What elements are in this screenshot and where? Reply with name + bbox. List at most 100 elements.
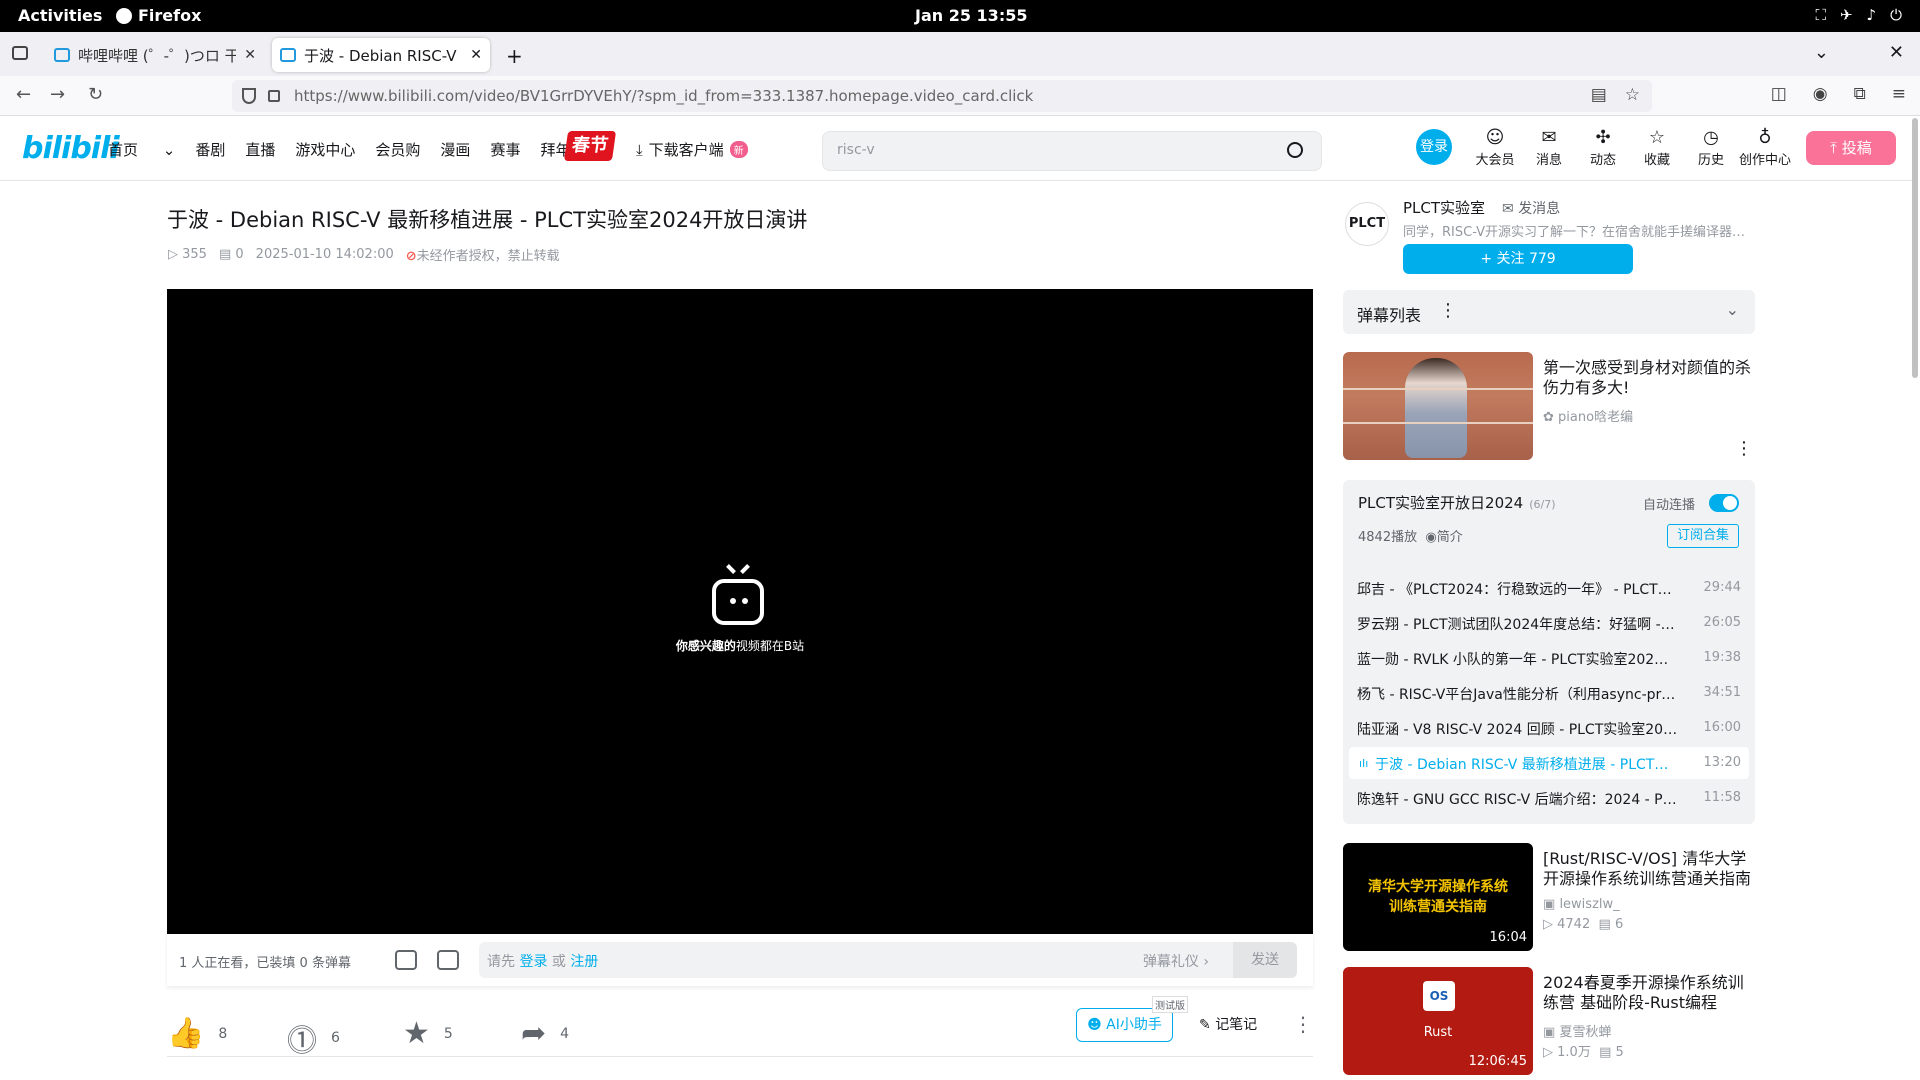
danmaku-input[interactable]: 请先 登录 或 注册 弹幕礼仪 › 发送 — [479, 942, 1297, 978]
upload-button[interactable]: ⤒ 投稿 — [1806, 131, 1896, 165]
login-link[interactable]: 登录 — [519, 954, 547, 970]
video-title[interactable]: [Rust/RISC-V/OS] 清华大学开源操作系统训练营通关指南 — [1543, 849, 1755, 889]
subscribe-collection-button[interactable]: 订阅合集 — [1667, 524, 1739, 548]
close-tab-icon[interactable]: ✕ — [470, 47, 482, 63]
nav-shop[interactable]: 会员购 — [375, 139, 420, 160]
divider — [167, 1056, 1313, 1057]
app-menu[interactable]: Firefox — [116, 6, 201, 25]
close-window-icon[interactable]: ✕ — [1889, 42, 1904, 63]
nav-match[interactable]: 赛事 — [490, 139, 520, 160]
episode-item[interactable]: 邱吉 - 《PLCT2024：行稳致远的一年》 - PLCT… 29:44 — [1349, 572, 1749, 604]
publish-date: 2025-01-10 14:02:00 — [255, 247, 394, 262]
vip-button[interactable]: ☺ 大会员 — [1468, 127, 1522, 168]
close-tab-icon[interactable]: ✕ — [244, 47, 256, 63]
page-scrollbar[interactable] — [1912, 118, 1918, 378]
clock[interactable]: Jan 25 13:55 — [915, 6, 1027, 25]
nav-manga[interactable]: 漫画 — [440, 139, 470, 160]
video-thumbnail[interactable]: OS Rust 12:06:45 — [1343, 967, 1533, 1075]
lock-icon[interactable] — [268, 90, 280, 102]
autoplay-toggle[interactable] — [1709, 494, 1739, 512]
more-icon[interactable]: ⋮ — [1735, 438, 1753, 459]
pocket-icon[interactable]: ◫ — [1771, 84, 1787, 104]
danmaku-list-header[interactable]: 弹幕列表 ⋮ ⌄ — [1343, 290, 1755, 334]
shield-icon[interactable] — [242, 88, 256, 104]
url-text[interactable]: https://www.bilibili.com/video/BV1GrrDYV… — [294, 87, 1033, 105]
uploader-avatar[interactable]: PLCT — [1345, 202, 1389, 246]
extensions-icon[interactable]: ⧉ — [1854, 84, 1866, 104]
url-bar[interactable]: https://www.bilibili.com/video/BV1GrrDYV… — [232, 80, 1652, 112]
nav-live[interactable]: 直播 — [245, 139, 275, 160]
follow-button[interactable]: + 关注 779 — [1403, 244, 1633, 274]
search-input[interactable]: risc-v — [822, 131, 1322, 171]
list-all-tabs-icon[interactable] — [12, 46, 28, 60]
forbidden-icon: ⊘ — [405, 249, 417, 264]
back-icon[interactable]: ← — [16, 84, 31, 105]
episode-item-current[interactable]: ıIı 于波 - Debian RISC-V 最新移植进展 - PLCT… 13:2… — [1349, 747, 1749, 779]
video-title[interactable]: 2024春夏季开源操作系统训练营 基础阶段-Rust编程（已… — [1543, 973, 1755, 1013]
favorite-button[interactable]: ★ 5 — [403, 1016, 453, 1051]
search-icon[interactable] — [1287, 142, 1303, 158]
reader-view-icon[interactable]: ▤ — [1591, 85, 1607, 105]
recommended-video[interactable]: OS Rust 12:06:45 2024春夏季开源操作系统训练营 基础阶段-R… — [1343, 967, 1755, 1075]
uploader-name[interactable]: ▣ lewiszlw_ — [1543, 897, 1620, 912]
video-thumbnail[interactable] — [1343, 352, 1533, 460]
bilibili-logo[interactable]: bilibili — [22, 131, 120, 166]
activities-button[interactable]: Activities — [18, 6, 102, 25]
video-stats: ▷ 1.0万 ▤ 5 — [1543, 1045, 1624, 1060]
login-avatar-button[interactable]: 登录 — [1416, 129, 1452, 165]
view-count: ▷ 355 — [168, 247, 207, 262]
chevron-down-icon[interactable]: ⌄ — [1726, 300, 1739, 319]
more-icon[interactable]: ⋮ — [1439, 300, 1457, 321]
system-tray[interactable]: ⛶ ✈ ♪ ⏻ — [1815, 6, 1902, 24]
register-link[interactable]: 注册 — [570, 954, 598, 970]
new-tab-icon[interactable]: + — [506, 44, 523, 68]
favorites-button[interactable]: ☆ 收藏 — [1630, 127, 1684, 168]
recommended-video[interactable]: 第一次感受到身材对颜值的杀伤力有多大! ✿ piano晗老编 ⋮ — [1343, 352, 1755, 460]
more-icon[interactable]: ⋮ — [1293, 1012, 1313, 1036]
video-title[interactable]: 第一次感受到身材对颜值的杀伤力有多大! — [1543, 358, 1755, 398]
danmaku-toggle-icon[interactable] — [395, 950, 417, 970]
uploader-name[interactable]: ✿ piano晗老编 — [1543, 406, 1633, 425]
bilibili-favicon-icon — [54, 48, 70, 62]
share-button[interactable]: ➦ 4 — [521, 1016, 569, 1051]
danmaku-settings-icon[interactable] — [437, 950, 459, 970]
uploader-name[interactable]: PLCT实验室 — [1403, 197, 1485, 218]
notes-button[interactable]: ✎ 记笔记 — [1199, 1014, 1257, 1034]
coin-button[interactable]: ⓵6 — [287, 1016, 340, 1060]
episode-item[interactable]: 罗云翔 - PLCT测试团队2024年度总结：好猛啊 -… 26:05 — [1349, 607, 1749, 639]
history-button[interactable]: ◷ 历史 — [1684, 127, 1738, 168]
recommended-video[interactable]: 清华大学开源操作系统训练营通关指南 16:04 [Rust/RISC-V/OS]… — [1343, 843, 1755, 951]
episode-item[interactable]: 蓝一勋 - RVLK 小队的第一年 - PLCT实验室202… 19:38 — [1349, 642, 1749, 674]
nav-game[interactable]: 游戏中心 — [295, 139, 355, 160]
chevron-down-icon[interactable]: ⌄ — [1814, 42, 1829, 63]
nav-anime[interactable]: 番剧 — [195, 139, 225, 160]
episode-item[interactable]: 陈逸轩 - GNU GCC RISC-V 后端介绍：2024 - P… 11:58 — [1349, 782, 1749, 814]
send-danmaku-button[interactable]: 发送 — [1233, 942, 1297, 978]
collection-title[interactable]: PLCT实验室开放日2024 (6/7) — [1358, 492, 1556, 513]
danmaku-etiquette-link[interactable]: 弹幕礼仪 › — [1143, 951, 1209, 971]
download-icon: ⤓ — [636, 140, 643, 159]
creator-center-button[interactable]: ♁ 创作中心 — [1738, 127, 1792, 168]
episode-item[interactable]: 陆亚涵 - V8 RISC-V 2024 回顾 - PLCT实验室20… 16:0… — [1349, 712, 1749, 744]
uploader-icon: ▣ — [1543, 897, 1556, 912]
dynamics-button[interactable]: ✣ 动态 — [1576, 127, 1630, 168]
forward-icon[interactable]: → — [50, 84, 65, 105]
tab-video[interactable]: 于波 - Debian RISC-V 最新 ✕ — [272, 38, 490, 72]
account-icon[interactable]: ◉ — [1813, 84, 1828, 104]
download-client-link[interactable]: ⤓ 下载客户端新 — [636, 139, 748, 160]
reload-icon[interactable]: ↻ — [88, 84, 103, 105]
spring-festival-banner[interactable]: 春节 — [563, 131, 617, 161]
ai-assistant-button[interactable]: ☻ AI小助手 — [1076, 1008, 1173, 1042]
messages-button[interactable]: ✉ 消息 — [1522, 127, 1576, 168]
video-player[interactable]: 你感兴趣的视频都在B站 — [167, 289, 1313, 934]
tab-bilibili-home[interactable]: 哔哩哔哩 (゜-゜)つロ 干杯 ✕ — [46, 38, 264, 72]
nav-home[interactable]: 首页 ⌄ — [108, 139, 175, 160]
menu-icon[interactable]: ≡ — [1892, 84, 1906, 104]
video-thumbnail[interactable]: 清华大学开源操作系统训练营通关指南 16:04 — [1343, 843, 1533, 951]
bookmark-star-icon[interactable]: ☆ — [1625, 85, 1640, 105]
intro-link[interactable]: 简介 — [1437, 530, 1463, 545]
uploader-name[interactable]: ▣ 夏雪秋蝉 — [1543, 1021, 1611, 1040]
like-button[interactable]: 👍 8 — [167, 1016, 227, 1051]
send-message-link[interactable]: ✉ 发消息 — [1502, 198, 1560, 218]
episode-item[interactable]: 杨飞 - RISC-V平台Java性能分析（利用async-pr… 34:51 — [1349, 677, 1749, 709]
